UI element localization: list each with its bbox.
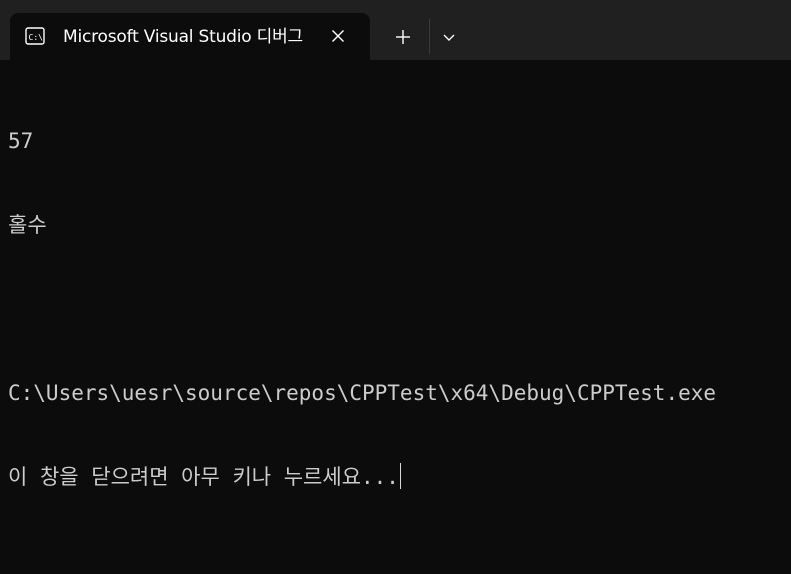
text-cursor (399, 463, 401, 489)
tab-divider (429, 19, 430, 54)
output-line-number: 57 (8, 129, 34, 153)
tab-debug-console[interactable]: C:\ Microsoft Visual Studio 디버그 (10, 13, 370, 60)
console-output[interactable]: 57 홀수 C:\Users\uesr\source\repos\CPPTest… (8, 71, 791, 547)
close-icon[interactable] (328, 26, 348, 46)
press-any-key-text: 이 창을 닫으려면 아무 키나 누르세요... (8, 465, 399, 489)
svg-text:C:\: C:\ (29, 33, 44, 42)
console-icon: C:\ (25, 27, 45, 45)
terminal-window: C:\ Microsoft Visual Studio 디버그 57 홀수 C:… (0, 0, 791, 574)
output-line-prompt: 이 창을 닫으려면 아무 키나 누르세요... (8, 463, 791, 491)
output-line-odd: 홀수 (8, 213, 47, 237)
chevron-down-icon[interactable] (436, 22, 462, 52)
output-line-blank (8, 295, 791, 323)
tab-bar: C:\ Microsoft Visual Studio 디버그 (0, 0, 791, 60)
output-line-exe-path: C:\Users\uesr\source\repos\CPPTest\x64\D… (8, 381, 717, 405)
tab-title: Microsoft Visual Studio 디버그 (63, 27, 303, 47)
plus-icon[interactable] (388, 22, 418, 52)
